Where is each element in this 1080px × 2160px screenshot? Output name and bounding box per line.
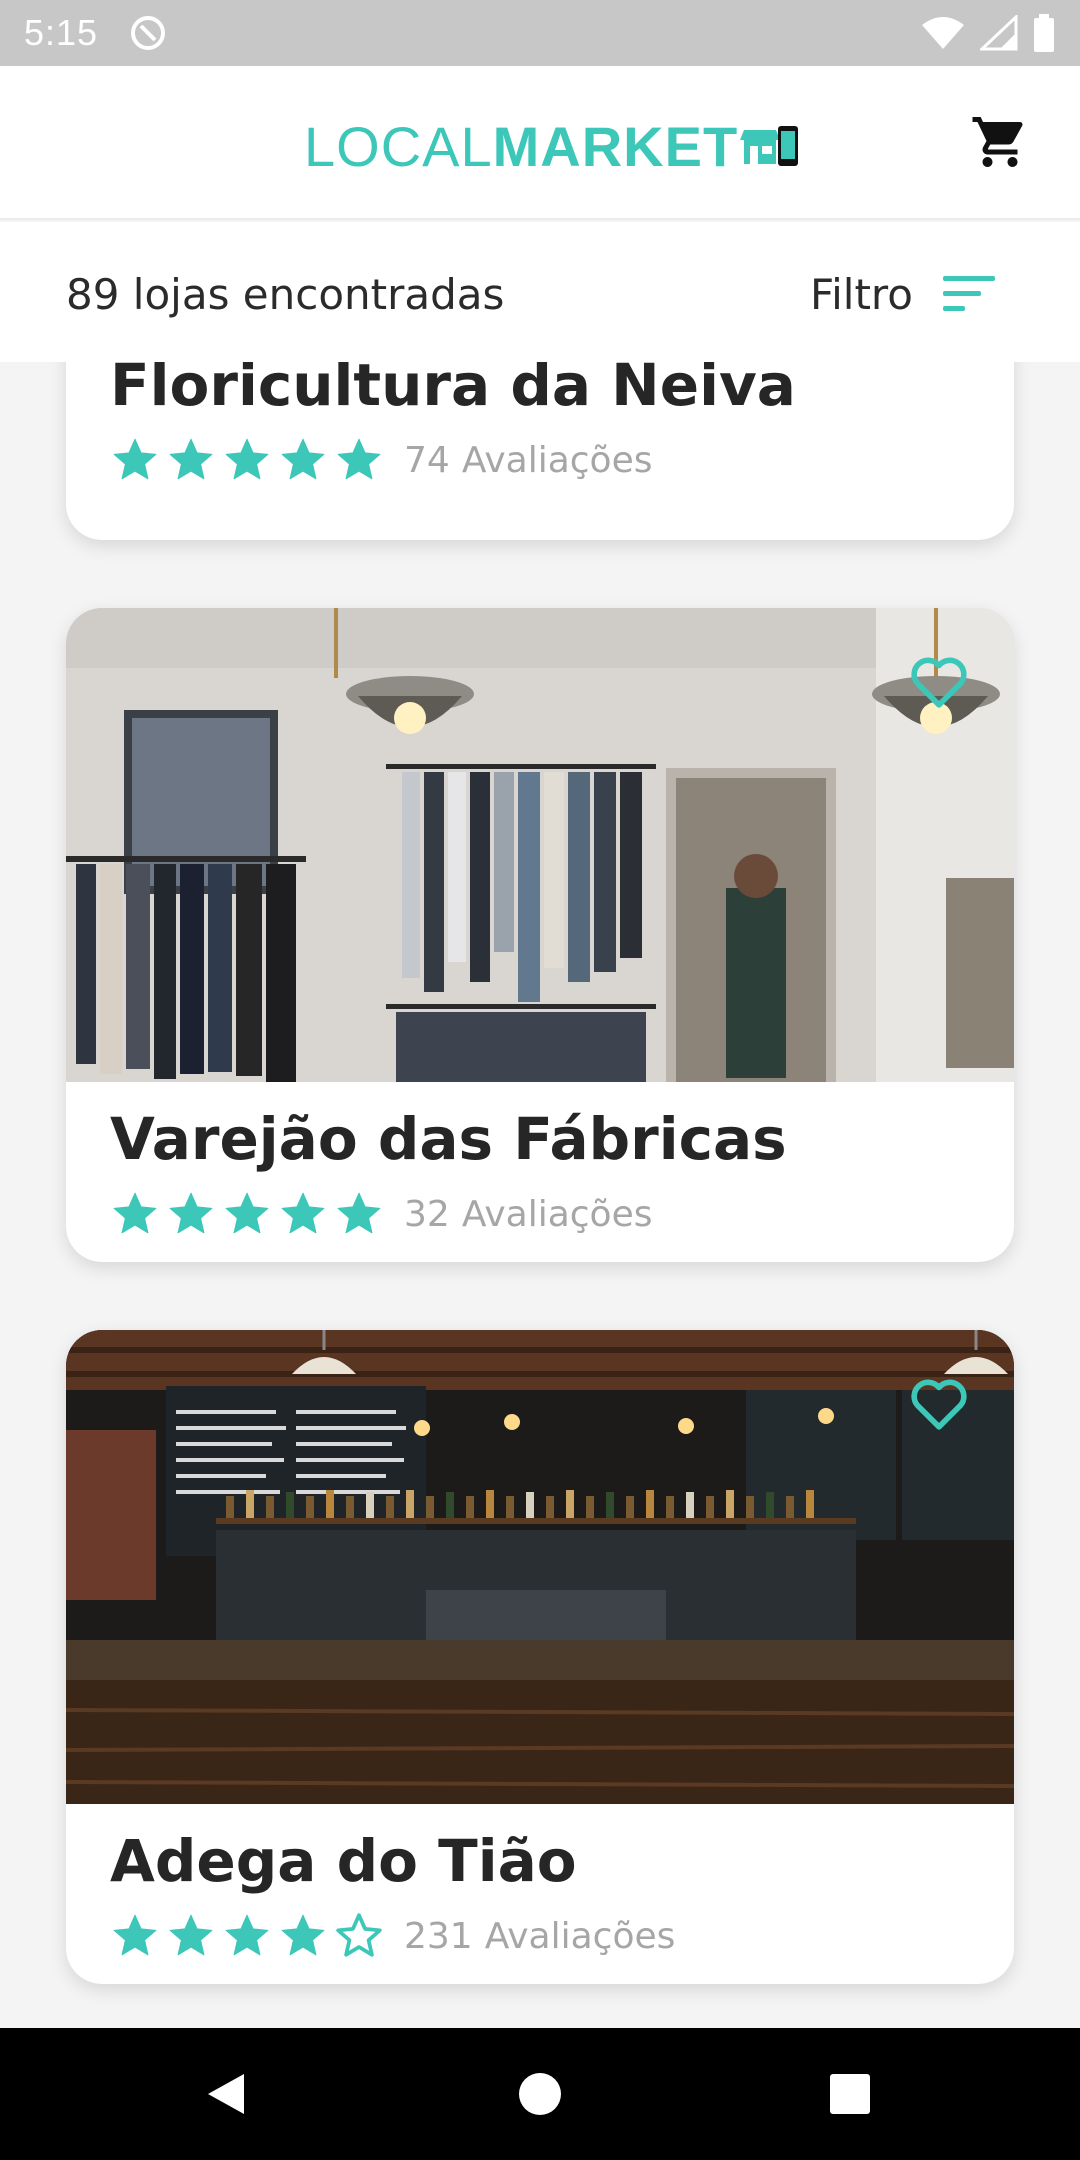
results-count: 89 lojas encontradas <box>66 270 505 319</box>
sync-off-icon <box>131 16 166 50</box>
store-list[interactable]: Floricultura da Neiva 74 Avaliações Vare… <box>0 362 1080 2028</box>
star-filled-icon <box>169 1192 213 1234</box>
star-filled-icon <box>281 438 325 480</box>
star-filled-icon <box>337 438 381 480</box>
app-header: LOCAL MARKET <box>0 66 1080 220</box>
home-icon <box>519 2073 561 2115</box>
card-body: Varejão das Fábricas 32 Avaliações <box>66 1104 1014 1244</box>
review-label: Avaliações <box>461 1193 653 1235</box>
star-filled-icon <box>113 1914 157 1956</box>
store-image[interactable] <box>66 608 1014 1082</box>
star-filled-icon <box>281 1914 325 1956</box>
recents-icon <box>830 2074 870 2114</box>
home-button[interactable] <box>510 2064 570 2124</box>
rating-row: 32 Avaliações <box>110 1184 970 1244</box>
star-filled-icon <box>113 1192 157 1234</box>
star-filled-icon <box>169 438 213 480</box>
results-bar: 89 lojas encontradas Filtro <box>0 222 1080 362</box>
card-body: Adega do Tião 231 Avaliações <box>66 1826 1014 1966</box>
app-screen: 5:15 LOCAL MARKET 89 lojas encontradas F… <box>0 0 1080 2160</box>
filter-lines-icon <box>942 276 995 311</box>
filter-label: Filtro <box>810 269 913 319</box>
review-count: 231 <box>404 1915 473 1957</box>
battery-icon <box>1034 14 1054 52</box>
filter-button[interactable]: Filtro <box>810 266 999 322</box>
rating-row: 231 Avaliações <box>110 1906 970 1966</box>
star-filled-icon <box>337 1192 381 1234</box>
back-button[interactable] <box>196 2064 256 2124</box>
review-count: 32 <box>404 1193 450 1235</box>
store-name: Varejão das Fábricas <box>110 1105 787 1173</box>
star-filled-icon <box>225 438 269 480</box>
favorite-heart-icon[interactable] <box>908 654 970 710</box>
store-name: Floricultura da Neiva <box>110 362 796 419</box>
store-name: Adega do Tião <box>110 1827 577 1895</box>
cart-icon <box>972 117 1023 167</box>
review-count: 74 <box>404 439 450 481</box>
logo-local-text: LOCAL <box>304 114 493 178</box>
signal-icon <box>980 15 1018 51</box>
status-bar: 5:15 <box>0 0 1080 66</box>
star-filled-icon <box>225 1192 269 1234</box>
star-filled-icon <box>225 1914 269 1956</box>
review-label: Avaliações <box>461 439 653 481</box>
shop-phone-icon <box>740 126 799 166</box>
review-label: Avaliações <box>484 1915 676 1957</box>
star-rating <box>110 1189 384 1239</box>
star-outline-icon <box>336 1913 382 1957</box>
recents-button[interactable] <box>820 2064 880 2124</box>
star-rating <box>110 1911 384 1961</box>
localmarket-logo[interactable]: LOCAL MARKET <box>304 114 804 178</box>
store-image[interactable] <box>66 1330 1014 1804</box>
status-time: 5:15 <box>24 12 99 53</box>
status-icons <box>920 13 1056 53</box>
star-rating <box>110 435 384 485</box>
card-body: Floricultura da Neiva 74 Avaliações <box>66 362 1014 490</box>
rating-row: 74 Avaliações <box>110 430 970 490</box>
store-card[interactable]: Adega do Tião 231 Avaliações <box>66 1330 1014 1984</box>
cart-button[interactable] <box>968 110 1032 174</box>
wifi-icon <box>922 17 964 49</box>
star-filled-icon <box>281 1192 325 1234</box>
logo-market-text: MARKET <box>492 114 739 178</box>
system-nav-bar <box>0 2028 1080 2160</box>
clothing-store-photo <box>66 608 1014 1082</box>
store-card[interactable]: Floricultura da Neiva 74 Avaliações <box>66 362 1014 540</box>
back-icon <box>208 2074 244 2114</box>
bar-interior-photo <box>66 1330 1014 1804</box>
store-card[interactable]: Varejão das Fábricas 32 Avaliações <box>66 608 1014 1262</box>
favorite-heart-icon[interactable] <box>908 1376 970 1432</box>
star-filled-icon <box>169 1914 213 1956</box>
star-filled-icon <box>113 438 157 480</box>
